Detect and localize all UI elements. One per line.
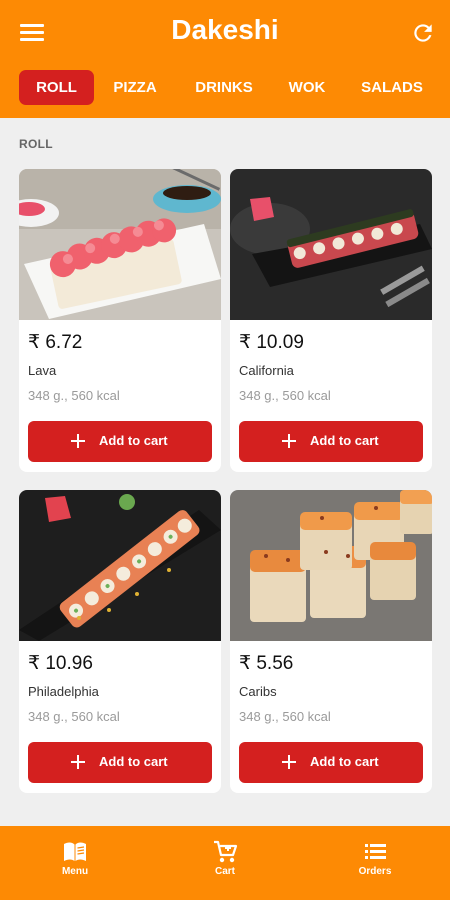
- product-weight-calories: 348 g., 560 kcal: [239, 388, 331, 403]
- section-title: ROLL: [19, 137, 53, 151]
- product-weight-calories: 348 g., 560 kcal: [239, 709, 331, 724]
- product-card-caribs: ₹ 5.56 Caribs 348 g., 560 kcal Add to ca…: [230, 490, 432, 793]
- nav-orders[interactable]: Orders: [325, 826, 425, 900]
- bottom-navigation: Menu Cart Orders: [0, 826, 450, 900]
- product-price: ₹ 5.56: [239, 653, 294, 674]
- product-image-california[interactable]: [230, 169, 432, 320]
- product-image-lava[interactable]: [19, 169, 221, 320]
- product-image-philadelphia[interactable]: [19, 490, 221, 641]
- plus-icon: [69, 753, 87, 771]
- product-name: Lava: [28, 363, 57, 378]
- nav-menu[interactable]: Menu: [25, 826, 125, 900]
- product-weight-calories: 348 g., 560 kcal: [28, 388, 120, 403]
- add-to-cart-button[interactable]: Add to cart: [28, 742, 212, 783]
- product-name: California: [239, 363, 294, 378]
- product-price: ₹ 10.09: [239, 332, 304, 353]
- book-icon: [64, 842, 86, 861]
- product-price: ₹ 10.96: [28, 653, 93, 674]
- plus-icon: [69, 432, 87, 450]
- nav-cart[interactable]: Cart: [175, 826, 275, 900]
- product-weight-calories: 348 g., 560 kcal: [28, 709, 120, 724]
- plus-icon: [280, 432, 298, 450]
- add-to-cart-button[interactable]: Add to cart: [239, 421, 423, 462]
- tab-pizza[interactable]: PIZZA: [106, 70, 164, 105]
- product-name: Philadelphia: [28, 684, 99, 699]
- tab-drinks[interactable]: DRINKS: [189, 70, 259, 105]
- product-card-california: ₹ 10.09 California 348 g., 560 kcal Add …: [230, 169, 432, 472]
- add-to-cart-button[interactable]: Add to cart: [28, 421, 212, 462]
- tab-wok[interactable]: WOK: [283, 70, 331, 105]
- app-header: Dakeshi ROLL PIZZA DRINKS WOK SALADS: [0, 0, 450, 118]
- plus-icon: [280, 753, 298, 771]
- app-title: Dakeshi: [171, 14, 279, 45]
- product-card-lava: ₹ 6.72 Lava 348 g., 560 kcal Add to cart: [19, 169, 221, 472]
- add-to-cart-button[interactable]: Add to cart: [239, 742, 423, 783]
- list-icon: [365, 844, 386, 859]
- refresh-icon[interactable]: [410, 20, 436, 46]
- tab-roll[interactable]: ROLL: [19, 70, 94, 105]
- product-price: ₹ 6.72: [28, 332, 83, 353]
- category-tabs: ROLL PIZZA DRINKS WOK SALADS: [0, 70, 450, 108]
- tab-salads[interactable]: SALADS: [355, 70, 429, 105]
- product-image-caribs[interactable]: [230, 490, 432, 641]
- cart-icon: [214, 840, 238, 863]
- nav-cart-label: Cart: [214, 866, 235, 877]
- nav-orders-label: Orders: [358, 866, 392, 877]
- product-name: Caribs: [239, 684, 277, 699]
- product-card-philadelphia: ₹ 10.96 Philadelphia 348 g., 560 kcal Ad…: [19, 490, 221, 793]
- nav-menu-label: Menu: [61, 866, 89, 877]
